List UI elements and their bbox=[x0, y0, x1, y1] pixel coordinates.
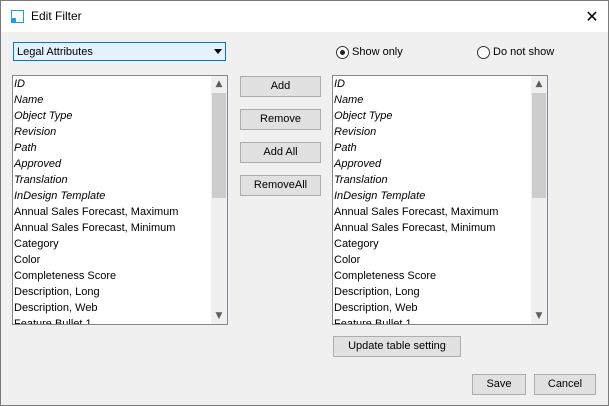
list-item[interactable]: Feature Bullet 1 bbox=[333, 316, 531, 324]
scroll-thumb[interactable] bbox=[212, 93, 226, 198]
list-item[interactable]: Annual Sales Forecast, Minimum bbox=[333, 220, 531, 236]
list-item[interactable]: Description, Long bbox=[333, 284, 531, 300]
list-item[interactable]: Name bbox=[13, 92, 211, 108]
edit-filter-dialog: Edit Filter ✕ Legal Attributes Show only… bbox=[0, 0, 609, 406]
list-item[interactable]: Path bbox=[13, 140, 211, 156]
list-item[interactable]: Category bbox=[333, 236, 531, 252]
title-bar: Edit Filter ✕ bbox=[1, 1, 608, 32]
vertical-scrollbar[interactable]: ▲ ▼ bbox=[531, 76, 547, 324]
available-attributes-list[interactable]: ID Name Object Type Revision Path Approved Tra… bbox=[12, 75, 228, 325]
list-item[interactable]: Revision bbox=[333, 124, 531, 140]
available-attributes-items: ID Name Object Type Revision Path Approved Tra… bbox=[13, 76, 211, 324]
list-item[interactable]: ID bbox=[13, 76, 211, 92]
list-item[interactable]: Annual Sales Forecast, Maximum bbox=[333, 204, 531, 220]
vertical-scrollbar[interactable]: ▲ ▼ bbox=[211, 76, 227, 324]
show-only-label: Show only bbox=[352, 46, 403, 58]
remove-all-button[interactable]: RemoveAll bbox=[240, 175, 321, 196]
do-not-show-label: Do not show bbox=[493, 46, 555, 58]
list-item[interactable]: Object Type bbox=[13, 108, 211, 124]
radio-circle-icon bbox=[336, 46, 349, 59]
list-item[interactable]: Completeness Score bbox=[13, 268, 211, 284]
list-item[interactable]: Revision bbox=[13, 124, 211, 140]
list-item[interactable]: Description, Web bbox=[13, 300, 211, 316]
cancel-button[interactable]: Cancel bbox=[534, 374, 596, 395]
selected-attributes-items: ID Name Object Type Revision Path Approved Tra… bbox=[333, 76, 531, 324]
app-window-icon bbox=[11, 10, 24, 23]
list-item[interactable]: Approved bbox=[13, 156, 211, 172]
add-all-button[interactable]: Add All bbox=[240, 142, 321, 163]
list-item[interactable]: Description, Long bbox=[13, 284, 211, 300]
list-item[interactable]: Color bbox=[333, 252, 531, 268]
list-item[interactable]: Feature Bullet 1 bbox=[13, 316, 211, 324]
add-button[interactable]: Add bbox=[240, 76, 321, 97]
selected-attributes-list[interactable]: ID Name Object Type Revision Path Approved Tra… bbox=[332, 75, 548, 325]
list-item[interactable]: Approved bbox=[333, 156, 531, 172]
scroll-down-icon[interactable]: ▼ bbox=[531, 308, 547, 324]
dialog-title: Edit Filter bbox=[31, 9, 82, 23]
list-item[interactable]: Object Type bbox=[333, 108, 531, 124]
list-item[interactable]: Name bbox=[333, 92, 531, 108]
list-item[interactable]: Path bbox=[333, 140, 531, 156]
list-item[interactable]: Description, Web bbox=[333, 300, 531, 316]
list-item[interactable]: Category bbox=[13, 236, 211, 252]
list-item[interactable]: Translation bbox=[13, 172, 211, 188]
list-item[interactable]: Annual Sales Forecast, Minimum bbox=[13, 220, 211, 236]
scroll-down-icon[interactable]: ▼ bbox=[211, 308, 227, 324]
list-item[interactable]: Translation bbox=[333, 172, 531, 188]
list-item[interactable]: Completeness Score bbox=[333, 268, 531, 284]
radio-circle-icon bbox=[477, 46, 490, 59]
list-item[interactable]: Annual Sales Forecast, Maximum bbox=[13, 204, 211, 220]
scroll-up-icon[interactable]: ▲ bbox=[211, 76, 227, 92]
scroll-thumb[interactable] bbox=[532, 93, 546, 198]
save-button[interactable]: Save bbox=[472, 374, 526, 395]
list-item[interactable]: InDesign Template bbox=[13, 188, 211, 204]
attribute-set-dropdown[interactable]: Legal Attributes bbox=[13, 42, 226, 61]
remove-button[interactable]: Remove bbox=[240, 109, 321, 130]
close-icon[interactable]: ✕ bbox=[576, 1, 608, 32]
list-item[interactable]: Color bbox=[13, 252, 211, 268]
scroll-up-icon[interactable]: ▲ bbox=[531, 76, 547, 92]
radio-selected-dot-icon bbox=[340, 50, 345, 55]
list-item[interactable]: ID bbox=[333, 76, 531, 92]
attribute-set-value: Legal Attributes bbox=[17, 46, 93, 58]
update-table-setting-button[interactable]: Update table setting bbox=[333, 336, 461, 357]
list-item[interactable]: InDesign Template bbox=[333, 188, 531, 204]
chevron-down-icon bbox=[214, 49, 222, 54]
